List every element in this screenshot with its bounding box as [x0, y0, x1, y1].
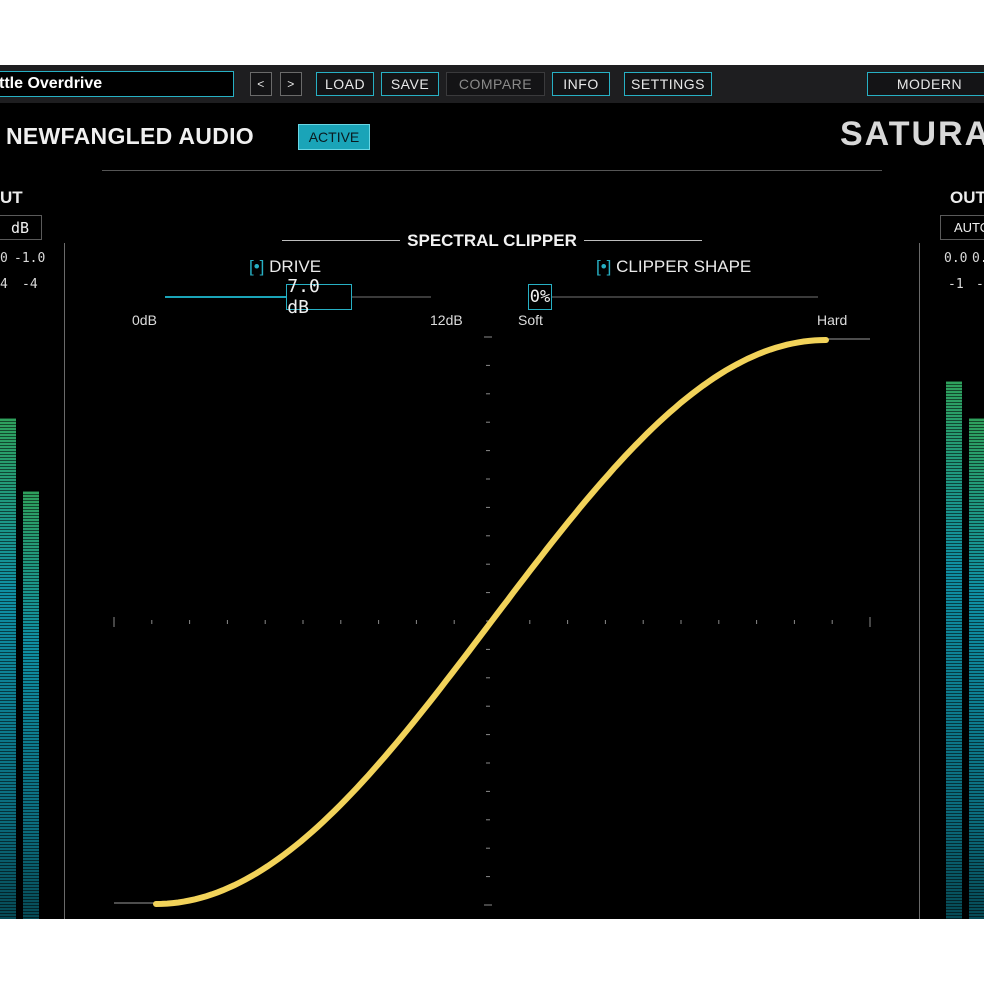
transfer-curve-graph	[113, 336, 871, 907]
transfer-curve	[153, 337, 829, 907]
plugin-window: ttle Overdrive < > LOAD SAVE COMPARE INF…	[0, 65, 984, 919]
